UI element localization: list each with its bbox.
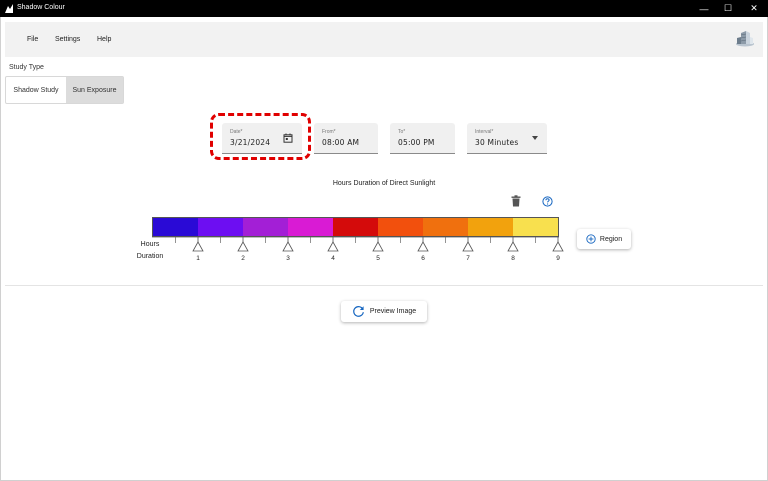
study-type-label: Study Type (9, 64, 44, 71)
tick-label-2: 2 (241, 255, 245, 262)
window-title: Shadow Colour (17, 4, 65, 11)
hours-duration-label-line2: Duration (136, 253, 164, 260)
divider (5, 285, 763, 286)
menu-help[interactable]: Help (97, 36, 111, 43)
color-segment-8[interactable] (468, 218, 513, 236)
tick-label-8: 8 (511, 255, 515, 262)
date-highlight (210, 113, 311, 160)
to-label: To* (398, 129, 406, 135)
hours-duration-label: Hours Duration (133, 239, 167, 263)
tick-label-3: 3 (286, 255, 290, 262)
shadow-study-option[interactable]: Shadow Study (6, 77, 66, 103)
color-segment-1[interactable] (153, 218, 198, 236)
from-value: 08:00 AM (322, 138, 360, 147)
legend-title: Hours Duration of Direct Sunlight (332, 180, 436, 187)
menu-file[interactable]: File (27, 36, 38, 43)
app-icon (5, 4, 13, 13)
color-segment-5[interactable] (333, 218, 378, 236)
color-segment-7[interactable] (423, 218, 468, 236)
interval-value: 30 Minutes (475, 138, 519, 147)
interval-select[interactable]: Interval* 30 Minutes (467, 123, 547, 154)
hours-duration-label-line1: Hours (140, 241, 160, 248)
tick-label-7: 7 (466, 255, 470, 262)
maximize-button[interactable]: ☐ (714, 0, 742, 17)
from-field[interactable]: From* 08:00 AM (314, 123, 378, 154)
tick-label-1: 1 (196, 255, 200, 262)
tick-label-4: 4 (331, 255, 335, 262)
preview-image-button[interactable]: Preview Image (341, 301, 427, 322)
region-button[interactable]: Region (577, 229, 631, 249)
interval-label: Interval* (475, 129, 494, 135)
color-legend-bar (152, 217, 559, 237)
color-segment-2[interactable] (198, 218, 243, 236)
sun-exposure-option[interactable]: Sun Exposure (65, 77, 123, 103)
tick-label-9: 9 (556, 255, 560, 262)
refresh-icon (353, 306, 364, 317)
tick-label-6: 6 (421, 255, 425, 262)
to-field[interactable]: To* 05:00 PM (390, 123, 455, 154)
color-segment-6[interactable] (378, 218, 423, 236)
study-type-toggle: Shadow Study Sun Exposure (5, 76, 124, 104)
from-label: From* (322, 129, 336, 135)
region-button-label: Region (599, 235, 623, 243)
building-logo-icon (736, 31, 754, 47)
to-value: 05:00 PM (398, 138, 435, 147)
trash-icon[interactable] (511, 195, 521, 207)
chevron-down-icon (532, 136, 538, 140)
color-segment-4[interactable] (288, 218, 333, 236)
menu-bar: File Settings Help (5, 22, 763, 57)
tick-label-5: 5 (376, 255, 380, 262)
title-bar: Shadow Colour — ☐ ✕ (0, 0, 768, 17)
plus-circle-icon (586, 234, 596, 244)
color-segment-3[interactable] (243, 218, 288, 236)
help-circle-icon[interactable] (542, 196, 553, 207)
close-button[interactable]: ✕ (740, 0, 768, 17)
color-segment-9[interactable] (513, 218, 558, 236)
menu-settings[interactable]: Settings (55, 36, 80, 43)
preview-image-label: Preview Image (369, 308, 417, 315)
